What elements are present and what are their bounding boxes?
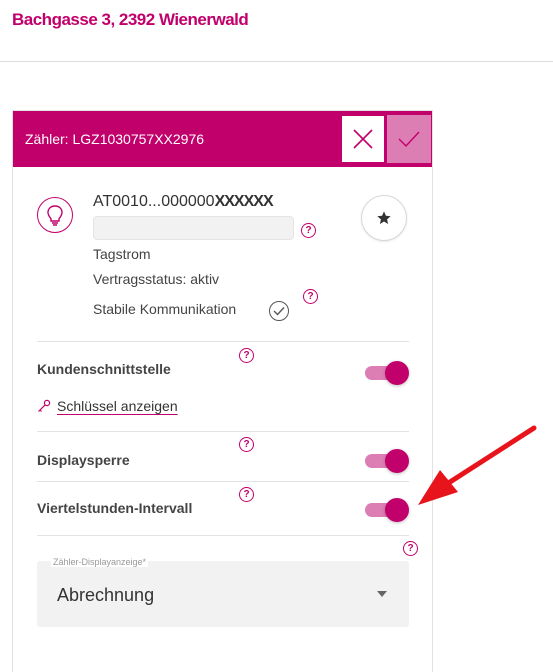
- annotation-arrow-icon: [418, 425, 537, 505]
